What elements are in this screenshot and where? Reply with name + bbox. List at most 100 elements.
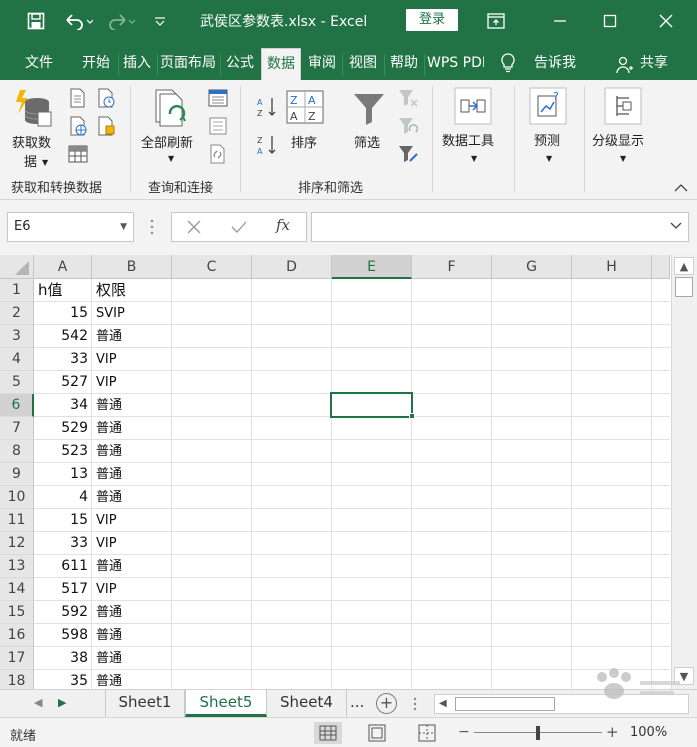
drag-handle-icon[interactable] [150,218,154,239]
tell-me-search[interactable]: 告诉我 [528,48,582,80]
from-text-icon[interactable] [68,88,88,111]
cell-b17[interactable]: 普通 [93,647,171,670]
forecast-button[interactable]: 预测 [534,130,560,149]
redo-icon[interactable] [104,8,140,34]
expand-formula-bar-icon[interactable] [670,219,682,234]
add-sheet-icon[interactable]: + [376,693,397,714]
edit-links-icon[interactable] [208,144,228,167]
from-web-icon[interactable] [68,116,88,139]
more-sheets-button[interactable]: ... [350,693,364,711]
cell-a8[interactable]: 523 [35,440,91,463]
row-header[interactable]: 11 [0,509,34,532]
advanced-filter-icon[interactable] [398,144,418,167]
row-header[interactable]: 4 [0,348,34,371]
share-button[interactable]: 共享 [636,48,672,80]
data-tools-button[interactable]: 数据工具 [442,130,494,149]
scroll-left-icon[interactable]: ◀ [439,698,447,709]
row-header[interactable]: 1 [0,279,34,302]
split-handle-icon[interactable] [413,696,417,715]
column-header-f[interactable]: F [412,255,492,279]
column-header-c[interactable]: C [172,255,252,279]
cell-b7[interactable]: 普通 [93,417,171,440]
row-header[interactable]: 14 [0,578,34,601]
zoom-level[interactable]: 100% [630,725,667,740]
row-header-selected[interactable]: 6 [0,394,34,417]
row-header[interactable]: 2 [0,302,34,325]
column-header-partial[interactable] [652,255,670,279]
insert-function-button[interactable]: fx [276,216,290,234]
cell-b1[interactable]: 权限 [93,279,171,302]
sort-button[interactable]: 排序 [291,132,317,151]
cell-b9[interactable]: 普通 [93,463,171,486]
cell-a2[interactable]: 15 [35,302,91,325]
filter-funnel-icon[interactable] [352,92,386,129]
column-header-e[interactable]: E [332,255,412,279]
cancel-icon[interactable] [186,219,202,238]
row-header[interactable]: 5 [0,371,34,394]
tab-review[interactable]: 审阅 [304,48,340,80]
sheet-nav-prev-icon[interactable]: ◀ [34,696,42,709]
refresh-all-button[interactable]: 全部刷新 [141,132,193,151]
sheet-tab-sheet5[interactable]: Sheet5 [185,690,267,717]
cell-a18[interactable]: 35 [35,670,91,689]
filter-button[interactable]: 筛选 [354,132,380,151]
cell-b13[interactable]: 普通 [93,555,171,578]
select-all-corner[interactable] [0,255,34,279]
cell-b4[interactable]: VIP [93,348,171,371]
cell-a10[interactable]: 4 [35,486,91,509]
name-box[interactable]: E6 ▼ [7,212,134,242]
cell-b18[interactable]: 普通 [93,670,171,689]
cell-b6[interactable]: 普通 [93,394,171,417]
row-header[interactable]: 10 [0,486,34,509]
from-table-icon[interactable] [68,144,88,167]
column-header-b[interactable]: B [92,255,172,279]
zoom-in-button[interactable]: + [606,723,619,741]
cell-b10[interactable]: 普通 [93,486,171,509]
cell-b14[interactable]: VIP [93,578,171,601]
recent-sources-icon[interactable] [96,88,116,111]
row-header[interactable]: 16 [0,624,34,647]
enter-check-icon[interactable] [230,219,248,238]
database-lightning-icon[interactable] [14,88,52,135]
row-header[interactable]: 15 [0,601,34,624]
properties-icon[interactable] [208,116,228,139]
cell-a5[interactable]: 527 [35,371,91,394]
page-break-view-icon[interactable] [416,722,438,747]
sheet-tab-sheet1[interactable]: Sheet1 [105,690,185,717]
vertical-scrollbar[interactable]: ▲ ▼ [671,255,697,689]
scroll-up-icon[interactable]: ▲ [674,257,694,275]
cell-a12[interactable]: 33 [35,532,91,555]
cell-a7[interactable]: 529 [35,417,91,440]
tab-wps-pdf[interactable]: WPS PDF [427,48,484,80]
fill-handle[interactable] [409,413,415,419]
sort-descending-icon[interactable]: ZA [256,134,278,159]
close-button[interactable] [646,6,686,36]
tab-home[interactable]: 开始 [76,48,116,80]
collapse-ribbon-icon[interactable] [674,182,688,196]
reapply-filter-icon[interactable] [398,116,419,139]
sort-ascending-icon[interactable]: AZ [256,96,278,121]
person-icon[interactable] [614,52,636,78]
tab-page-layout[interactable]: 页面布局 [160,48,218,80]
lightbulb-icon[interactable] [498,50,518,76]
outline-button[interactable]: 分级显示 [592,130,644,149]
queries-connections-icon[interactable] [208,88,228,111]
column-header-d[interactable]: D [252,255,332,279]
cell-b5[interactable]: VIP [93,371,171,394]
column-header-h[interactable]: H [572,255,652,279]
login-button[interactable]: 登录 [406,9,458,31]
tab-help[interactable]: 帮助 [386,48,422,80]
worksheet-grid[interactable]: A B C D E F G H 1 h值 权限 2 15 SVIP 3 542 … [0,255,670,689]
refresh-all-icon[interactable] [152,88,192,131]
cell-a17[interactable]: 38 [35,647,91,670]
sheet-tab-sheet4[interactable]: Sheet4 [267,690,347,717]
forecast-icon[interactable]: ? [528,86,568,129]
row-header[interactable]: 13 [0,555,34,578]
formula-input[interactable] [311,212,689,242]
column-header-a[interactable]: A [34,255,92,279]
cell-b11[interactable]: VIP [93,509,171,532]
cell-a1[interactable]: h值 [35,279,91,302]
cell-a16[interactable]: 598 [35,624,91,647]
outline-icon[interactable] [603,86,643,129]
row-header[interactable]: 8 [0,440,34,463]
